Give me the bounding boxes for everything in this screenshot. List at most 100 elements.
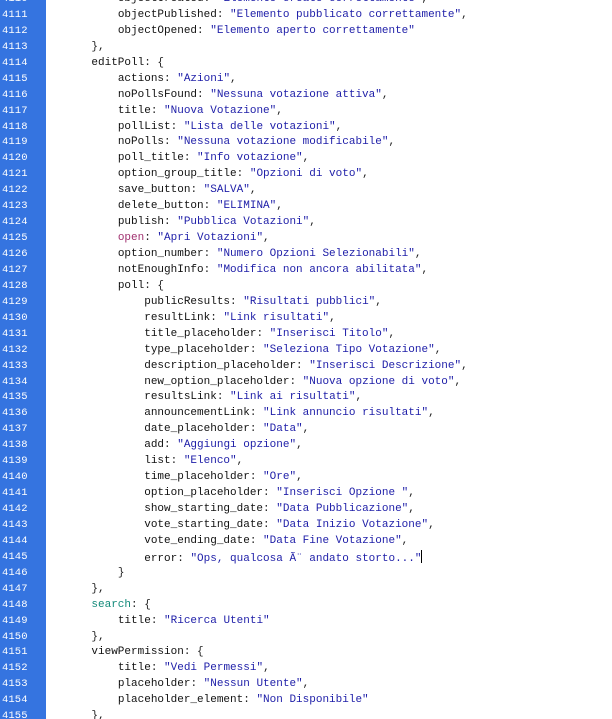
line-number: 4138 xyxy=(2,439,28,452)
code-text[interactable]: editPoll: { xyxy=(65,56,164,72)
code-line[interactable]: 4115 actions: "Azioni", xyxy=(0,72,612,88)
code-text[interactable]: noPolls: "Nessuna votazione modificabile… xyxy=(65,135,395,151)
code-line[interactable]: 4134 new_option_placeholder: "Nuova opzi… xyxy=(0,375,612,391)
code-text[interactable]: time_placeholder: "Ore", xyxy=(65,470,302,486)
property-key: resultsLink xyxy=(144,391,217,404)
code-line[interactable]: 4136 announcementLink: "Link annuncio ri… xyxy=(0,406,612,422)
code-text[interactable]: objectOpened: "Elemento aperto correttam… xyxy=(65,24,415,40)
code-line[interactable]: 4135 resultsLink: "Link ai risultati", xyxy=(0,390,612,406)
code-line[interactable]: 4117 title: "Nuova Votazione", xyxy=(0,104,612,120)
code-text[interactable]: description_placeholder: "Inserisci Desc… xyxy=(65,359,467,375)
code-line[interactable]: 4146 } xyxy=(0,566,612,582)
code-text[interactable]: option_number: "Numero Opzioni Seleziona… xyxy=(65,247,422,263)
code-line[interactable]: 4144 vote_ending_date: "Data Fine Votazi… xyxy=(0,534,612,550)
code-text[interactable]: open: "Apri Votazioni", xyxy=(65,231,270,247)
string-value: "Elenco" xyxy=(183,455,237,468)
code-line[interactable]: 4114 editPoll: { xyxy=(0,56,612,72)
code-line[interactable]: 4113 }, xyxy=(0,40,612,56)
code-text[interactable]: actions: "Azioni", xyxy=(65,72,237,88)
code-line[interactable]: 4118 pollList: "Lista delle votazioni", xyxy=(0,120,612,136)
code-line[interactable]: 4155 }, xyxy=(0,709,612,719)
code-line[interactable]: 4126 option_number: "Numero Opzioni Sele… xyxy=(0,247,612,263)
code-text[interactable]: resultLink: "Link risultati", xyxy=(65,311,335,327)
code-text[interactable]: title: "Vedi Permessi", xyxy=(65,661,270,677)
code-text[interactable]: vote_starting_date: "Data Inizio Votazio… xyxy=(65,518,434,534)
code-text[interactable]: }, xyxy=(65,630,104,646)
code-text[interactable]: placeholder: "Nessun Utente", xyxy=(65,677,309,693)
code-text[interactable]: } xyxy=(65,566,125,582)
code-text[interactable]: show_starting_date: "Data Pubblicazione"… xyxy=(65,502,415,518)
code-text[interactable]: title: "Nuova Votazione", xyxy=(65,104,283,120)
code-line[interactable]: 4123 delete_button: "ELIMINA", xyxy=(0,199,612,215)
code-text[interactable]: save_button: "SALVA", xyxy=(65,183,257,199)
code-lines[interactable]: 4110 objectCreated: "Elemento creato cor… xyxy=(0,0,612,719)
code-line[interactable]: 4139 list: "Elenco", xyxy=(0,454,612,470)
code-line[interactable]: 4116 noPollsFound: "Nessuna votazione at… xyxy=(0,88,612,104)
code-text[interactable]: vote_ending_date: "Data Fine Votazione", xyxy=(65,534,408,550)
code-line[interactable]: 4154 placeholder_element: "Non Disponibi… xyxy=(0,693,612,709)
code-text[interactable]: resultsLink: "Link ai risultati", xyxy=(65,390,362,406)
code-line[interactable]: 4129 publicResults: "Risultati pubblici"… xyxy=(0,295,612,311)
code-line[interactable]: 4143 vote_starting_date: "Data Inizio Vo… xyxy=(0,518,612,534)
code-text[interactable]: new_option_placeholder: "Nuova opzione d… xyxy=(65,375,461,391)
string-value: "Link risultati" xyxy=(223,311,330,324)
code-line[interactable]: 4111 objectPublished: "Elemento pubblica… xyxy=(0,8,612,24)
string-value: "SALVA" xyxy=(203,184,250,197)
code-text[interactable]: add: "Aggiungi opzione", xyxy=(65,438,302,454)
code-text[interactable]: viewPermission: { xyxy=(65,645,203,661)
code-line[interactable]: 4147 }, xyxy=(0,582,612,598)
code-line[interactable]: 4150 }, xyxy=(0,630,612,646)
code-line[interactable]: 4112 objectOpened: "Elemento aperto corr… xyxy=(0,24,612,40)
code-text[interactable]: search: { xyxy=(65,598,150,614)
code-line[interactable]: 4138 add: "Aggiungi opzione", xyxy=(0,438,612,454)
code-line[interactable]: 4151 viewPermission: { xyxy=(0,645,612,661)
code-text[interactable]: list: "Elenco", xyxy=(65,454,243,470)
code-text[interactable]: date_placeholder: "Data", xyxy=(65,422,309,438)
code-text[interactable]: poll: { xyxy=(65,279,164,295)
code-text[interactable]: announcementLink: "Link annuncio risulta… xyxy=(65,406,434,422)
code-line[interactable]: 4132 type_placeholder: "Seleziona Tipo V… xyxy=(0,343,612,359)
code-text[interactable]: type_placeholder: "Seleziona Tipo Votazi… xyxy=(65,343,441,359)
line-number: 4150 xyxy=(2,630,28,643)
code-text[interactable]: poll_title: "Info votazione", xyxy=(65,151,309,167)
code-text[interactable]: }, xyxy=(65,582,104,598)
code-text[interactable]: objectCreated: "Elemento creato corretta… xyxy=(65,0,428,8)
code-line[interactable]: 4130 resultLink: "Link risultati", xyxy=(0,311,612,327)
code-line[interactable]: 4152 title: "Vedi Permessi", xyxy=(0,661,612,677)
code-text[interactable]: noPollsFound: "Nessuna votazione attiva"… xyxy=(65,88,389,104)
code-text[interactable]: title_placeholder: "Inserisci Titolo", xyxy=(65,327,395,343)
code-text[interactable]: pollList: "Lista delle votazioni", xyxy=(65,120,342,136)
code-line[interactable]: 4145 error: "Ops, qualcosa Ã¨ andato sto… xyxy=(0,549,612,566)
code-line[interactable]: 4133 description_placeholder: "Inserisci… xyxy=(0,359,612,375)
code-line[interactable]: 4137 date_placeholder: "Data", xyxy=(0,422,612,438)
code-text[interactable]: publish: "Pubblica Votazioni", xyxy=(65,215,316,231)
code-line[interactable]: 4142 show_starting_date: "Data Pubblicaz… xyxy=(0,502,612,518)
code-line[interactable]: 4122 save_button: "SALVA", xyxy=(0,183,612,199)
code-text[interactable]: objectPublished: "Elemento pubblicato co… xyxy=(65,8,468,24)
code-line[interactable]: 4141 option_placeholder: "Inserisci Opzi… xyxy=(0,486,612,502)
code-line[interactable]: 4119 noPolls: "Nessuna votazione modific… xyxy=(0,135,612,151)
code-line[interactable]: 4110 objectCreated: "Elemento creato cor… xyxy=(0,0,612,8)
code-line[interactable]: 4125 open: "Apri Votazioni", xyxy=(0,231,612,247)
code-text[interactable]: option_group_title: "Opzioni di voto", xyxy=(65,167,369,183)
code-line[interactable]: 4127 notEnoughInfo: "Modifica non ancora… xyxy=(0,263,612,279)
code-line[interactable]: 4140 time_placeholder: "Ore", xyxy=(0,470,612,486)
code-line[interactable]: 4128 poll: { xyxy=(0,279,612,295)
property-key: objectPublished xyxy=(117,8,217,21)
code-text[interactable]: }, xyxy=(65,40,104,56)
code-line[interactable]: 4149 title: "Ricerca Utenti" xyxy=(0,614,612,630)
code-text[interactable]: publicResults: "Risultati pubblici", xyxy=(65,295,382,311)
code-line[interactable]: 4131 title_placeholder: "Inserisci Titol… xyxy=(0,327,612,343)
code-line[interactable]: 4124 publish: "Pubblica Votazioni", xyxy=(0,215,612,231)
code-editor[interactable]: 4110 objectCreated: "Elemento creato cor… xyxy=(0,0,612,719)
code-text[interactable]: }, xyxy=(65,709,104,719)
code-text[interactable]: notEnoughInfo: "Modifica non ancora abil… xyxy=(65,263,428,279)
code-text[interactable]: delete_button: "ELIMINA", xyxy=(65,199,283,215)
code-line[interactable]: 4148 search: { xyxy=(0,598,612,614)
code-line[interactable]: 4121 option_group_title: "Opzioni di vot… xyxy=(0,167,612,183)
code-text[interactable]: option_placeholder: "Inserisci Opzione "… xyxy=(65,486,415,502)
code-text[interactable]: placeholder_element: "Non Disponibile" xyxy=(65,693,369,709)
code-line[interactable]: 4153 placeholder: "Nessun Utente", xyxy=(0,677,612,693)
code-line[interactable]: 4120 poll_title: "Info votazione", xyxy=(0,151,612,167)
code-text[interactable]: title: "Ricerca Utenti" xyxy=(65,614,270,630)
